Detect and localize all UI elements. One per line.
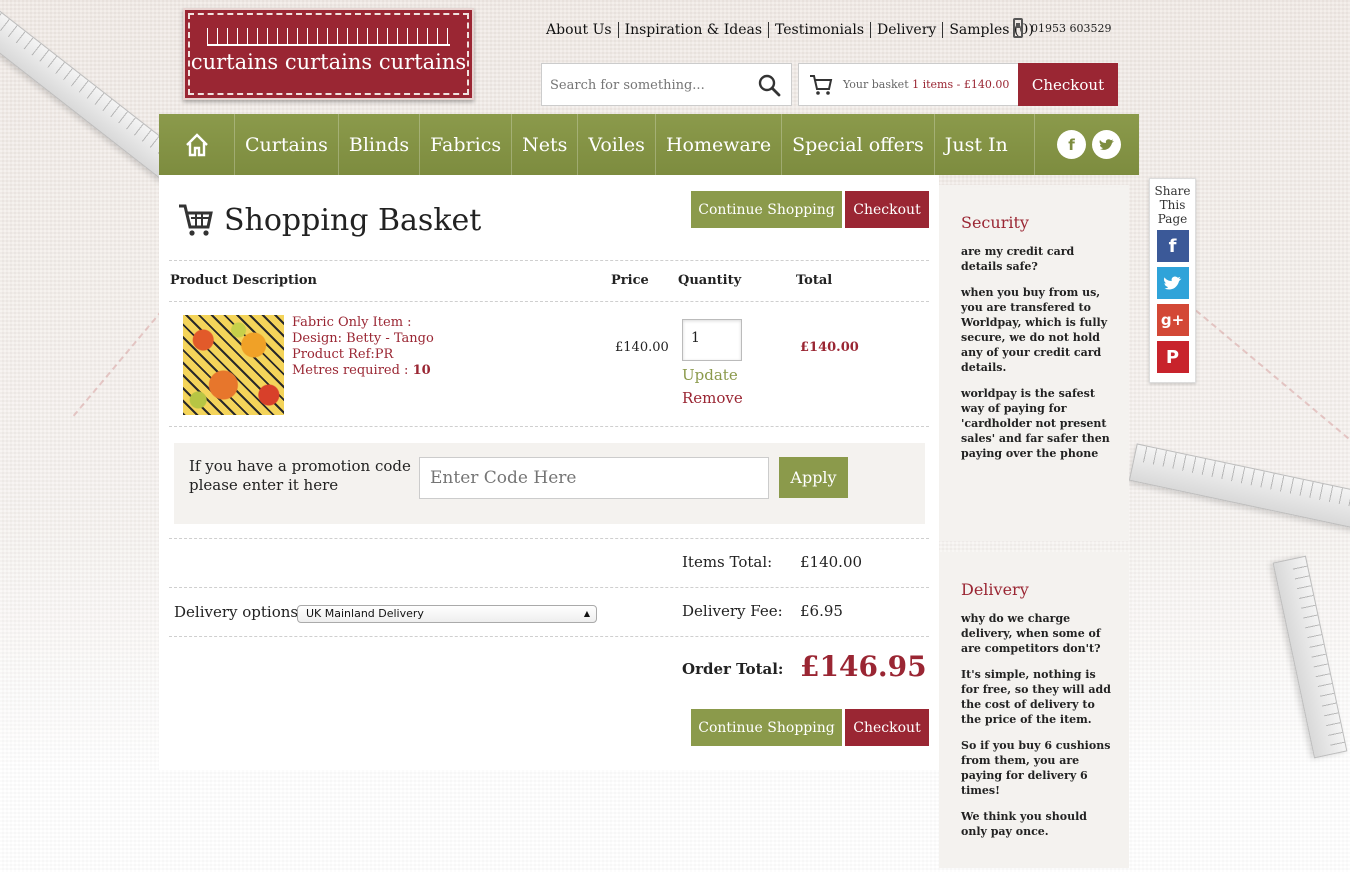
- delivery-fee-value: £6.95: [800, 602, 843, 620]
- twitter-icon[interactable]: [1092, 130, 1121, 159]
- nav-voiles[interactable]: Voiles: [578, 114, 656, 175]
- product-design: Design: Betty - Tango: [292, 331, 434, 346]
- divider: [169, 587, 929, 588]
- logo-text: curtains curtains curtains: [190, 50, 467, 74]
- share-twitter-icon[interactable]: [1156, 267, 1189, 299]
- nav-social: f: [1057, 114, 1139, 175]
- search-icon[interactable]: [757, 73, 781, 97]
- nav-nets[interactable]: Nets: [512, 114, 579, 175]
- update-link[interactable]: Update: [682, 366, 738, 384]
- nav-homeware[interactable]: Homeware: [656, 114, 783, 175]
- nav-fabrics[interactable]: Fabrics: [420, 114, 513, 175]
- security-box: Security are my credit card details safe…: [939, 185, 1129, 541]
- delivery-options-label: Delivery options: [174, 603, 299, 621]
- divider: [169, 301, 929, 302]
- delivery-text: So if you buy 6 cushions from them, you …: [961, 739, 1111, 797]
- delivery-selected-option: UK Mainland Delivery: [306, 607, 424, 620]
- home-icon[interactable]: [159, 114, 235, 175]
- product-metres: Metres required : 10: [292, 363, 431, 379]
- checkout-button[interactable]: Checkout: [845, 191, 929, 228]
- delivery-fee-label: Delivery Fee:: [682, 602, 783, 620]
- facebook-icon[interactable]: f: [1057, 130, 1086, 159]
- basket-label: Your basket: [843, 78, 909, 91]
- col-header-description: Product Description: [170, 273, 318, 288]
- divider: [169, 260, 929, 261]
- nav-just-in[interactable]: Just In: [935, 114, 1035, 175]
- nav-blinds[interactable]: Blinds: [339, 114, 421, 175]
- basket-panel: Shopping Basket Continue Shopping Checko…: [159, 175, 939, 770]
- continue-shopping-button-bottom[interactable]: Continue Shopping: [691, 709, 842, 746]
- phone-contact: 01953 603529: [1013, 18, 1111, 38]
- promo-code-input[interactable]: [419, 457, 769, 499]
- share-pinterest-icon[interactable]: P: [1156, 341, 1189, 373]
- site-logo[interactable]: curtains curtains curtains: [183, 8, 474, 100]
- promo-section: If you have a promotion code please ente…: [174, 443, 925, 524]
- header-checkout-button[interactable]: Checkout: [1018, 63, 1118, 106]
- delivery-text: It's simple, nothing is for free, so the…: [961, 668, 1111, 726]
- toplink-testimonials[interactable]: Testimonials: [768, 22, 870, 38]
- promo-label: If you have a promotion code please ente…: [189, 457, 411, 494]
- product-thumbnail[interactable]: [183, 315, 284, 415]
- security-text: worldpay is the safest way of paying for…: [961, 387, 1110, 460]
- delivery-info-box: Delivery why do we charge delivery, when…: [939, 552, 1129, 868]
- delivery-heading: Delivery: [961, 580, 1029, 599]
- col-header-quantity: Quantity: [678, 273, 742, 288]
- delivery-select[interactable]: UK Mainland Delivery ▲: [297, 605, 597, 623]
- divider: [169, 538, 929, 539]
- security-text: when you buy from us, you are transfered…: [961, 286, 1108, 374]
- remove-link[interactable]: Remove: [682, 389, 743, 407]
- share-googleplus-icon[interactable]: g+: [1156, 304, 1189, 336]
- delivery-text: We think you should only pay once.: [961, 810, 1087, 838]
- checkout-button-bottom[interactable]: Checkout: [845, 709, 929, 746]
- phone-icon: [1013, 18, 1023, 38]
- delivery-text: why do we charge delivery, when some of …: [961, 612, 1101, 655]
- top-links: About Us Inspiration & Ideas Testimonial…: [546, 22, 1040, 38]
- select-arrows-icon: ▲: [583, 609, 590, 618]
- apply-button[interactable]: Apply: [779, 457, 848, 498]
- basket-summary: 1 items - £140.00: [912, 78, 1010, 91]
- col-header-total: Total: [796, 273, 833, 288]
- share-widget: Share This Page f g+ P: [1149, 178, 1196, 383]
- mini-basket[interactable]: Your basket 1 items - £140.00: [798, 63, 1019, 106]
- nav-curtains[interactable]: Curtains: [235, 114, 339, 175]
- continue-shopping-button[interactable]: Continue Shopping: [691, 191, 842, 228]
- product-ref: Product Ref:PR: [292, 347, 394, 362]
- toplink-inspiration[interactable]: Inspiration & Ideas: [617, 22, 768, 38]
- toplink-about[interactable]: About Us: [546, 22, 618, 38]
- product-price: £140.00: [615, 340, 669, 355]
- share-facebook-icon[interactable]: f: [1156, 230, 1189, 262]
- ruler-graphic: [207, 28, 450, 46]
- line-total: £140.00: [800, 340, 859, 355]
- page-title: Shopping Basket: [224, 203, 482, 238]
- divider: [169, 636, 929, 637]
- order-total-value: £146.95: [800, 650, 927, 683]
- divider: [169, 426, 929, 427]
- toplink-delivery[interactable]: Delivery: [870, 22, 942, 38]
- share-label: Share This Page: [1154, 184, 1191, 226]
- product-type: Fabric Only Item :: [292, 315, 412, 330]
- items-total-label: Items Total:: [682, 553, 773, 571]
- col-header-price: Price: [611, 273, 649, 288]
- metres-label: Metres required :: [292, 363, 413, 378]
- security-text: are my credit card details safe?: [961, 245, 1075, 273]
- main-nav: Curtains Blinds Fabrics Nets Voiles Home…: [159, 114, 1139, 175]
- quantity-input[interactable]: 1: [682, 319, 742, 361]
- security-heading: Security: [961, 213, 1029, 232]
- basket-cart-icon: [810, 74, 833, 95]
- items-total-value: £140.00: [800, 553, 863, 571]
- shopping-cart-icon: [179, 204, 213, 236]
- order-total-label: Order Total:: [682, 660, 784, 678]
- nav-special-offers[interactable]: Special offers: [782, 114, 935, 175]
- search-input[interactable]: [550, 73, 750, 97]
- search-box: [541, 63, 792, 106]
- metres-value: 10: [412, 363, 431, 378]
- phone-number: 01953 603529: [1031, 21, 1112, 35]
